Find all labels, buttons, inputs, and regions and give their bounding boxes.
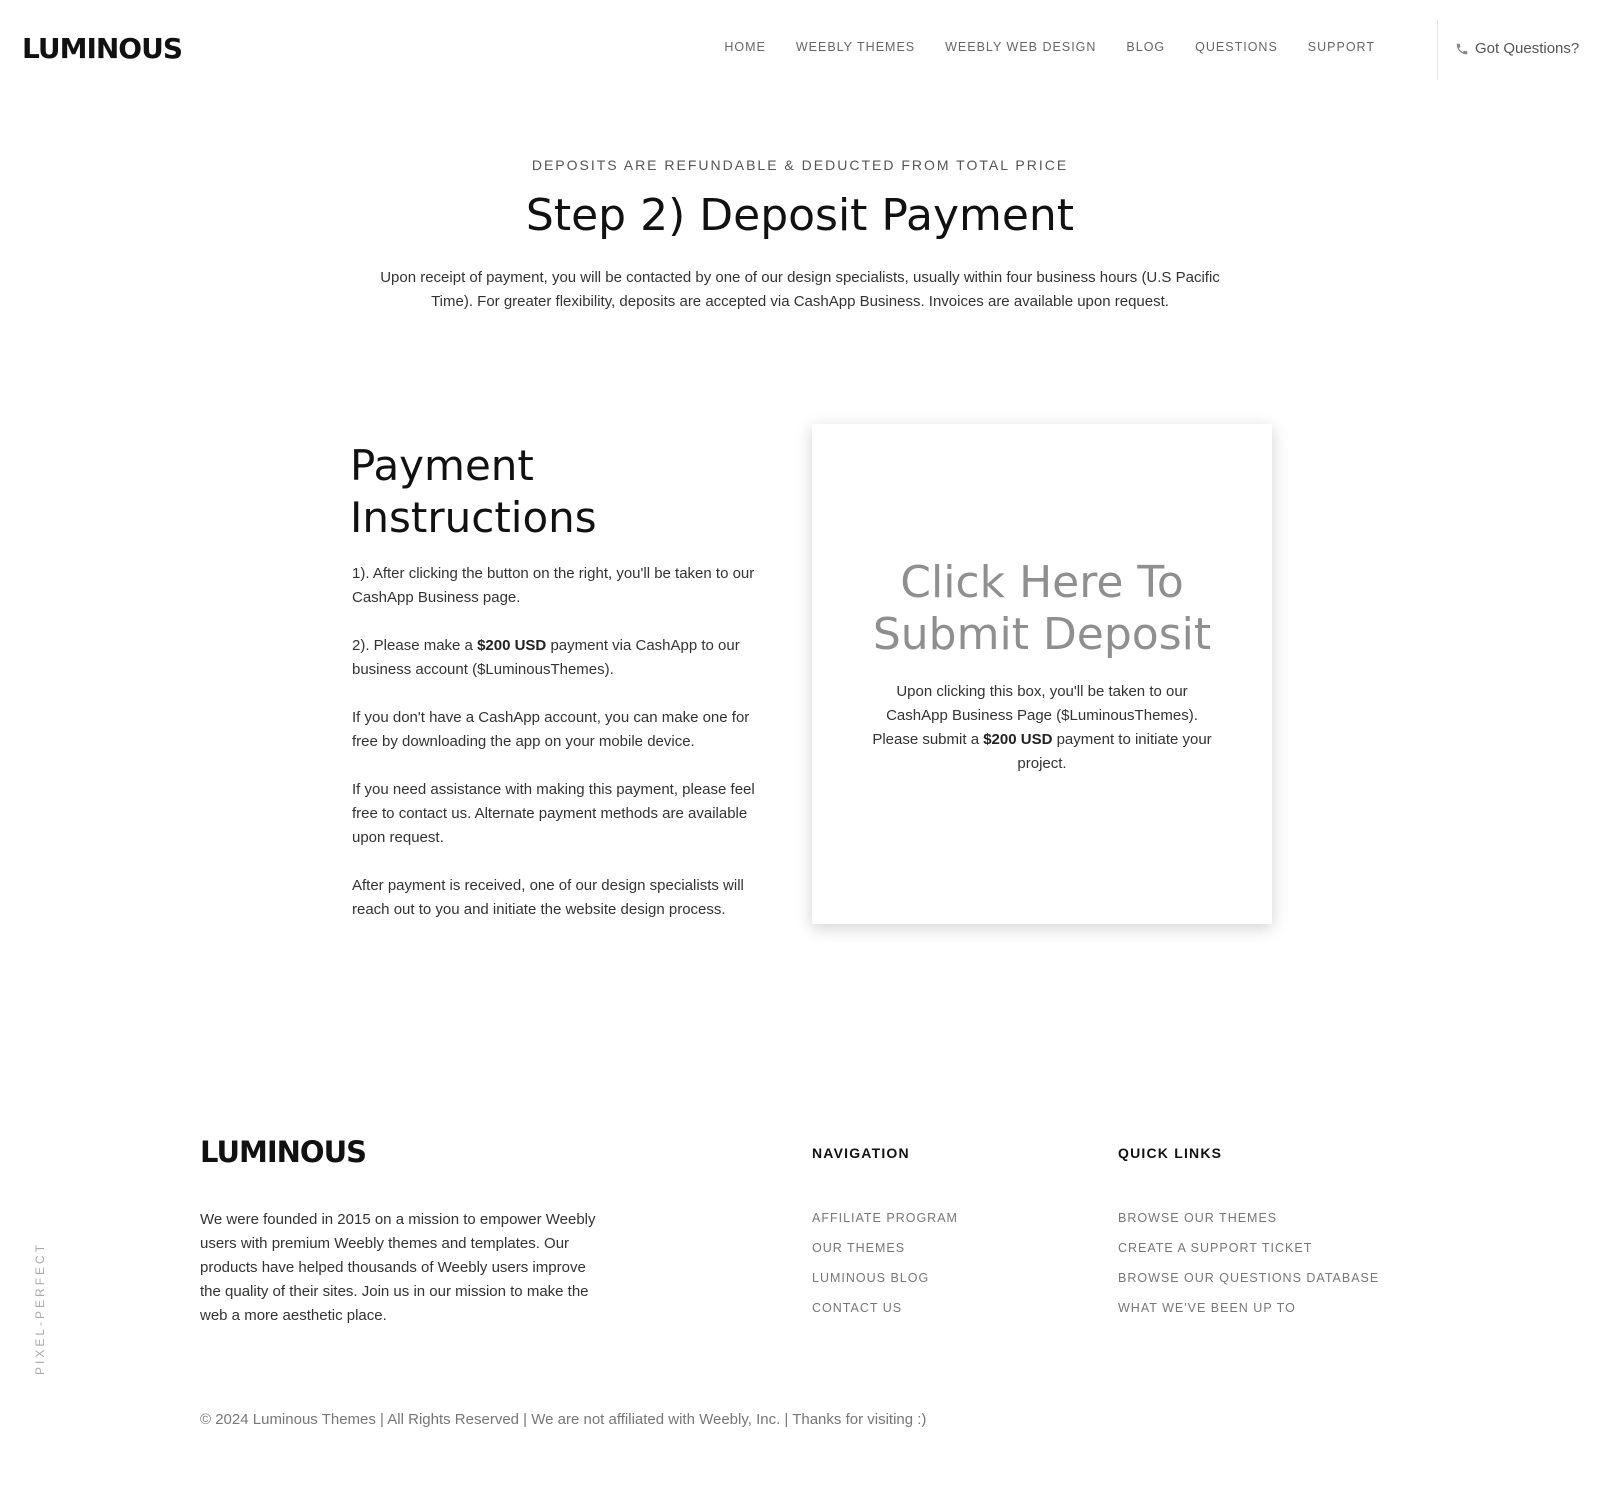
submit-deposit-text: Upon clicking this box, you'll be taken … (872, 683, 1212, 772)
instruction-no-account: If you don't have a CashApp account, you… (352, 709, 750, 750)
deposit-eyebrow: DEPOSITS ARE REFUNDABLE & DEDUCTED FROM … (531, 157, 1069, 173)
footer-quick-links: BROWSE OUR THEMES CREATE A SUPPORT TICKE… (1118, 1209, 1379, 1317)
got-questions-link[interactable]: Got Questions? (1455, 40, 1579, 57)
footer-link-affiliate-program[interactable]: AFFILIATE PROGRAM (812, 1209, 958, 1227)
submit-deposit-title: Click Here To Submit Deposit (872, 557, 1212, 660)
card-deposit-amount: $200 USD (983, 731, 1053, 748)
nav-questions[interactable]: QUESTIONS (1195, 40, 1278, 54)
nav-blog[interactable]: BLOG (1126, 40, 1165, 54)
submit-deposit-card[interactable]: Click Here To Submit Deposit Upon clicki… (812, 424, 1272, 924)
footer-logo[interactable]: LUMINOUS (200, 1135, 367, 1169)
footer-link-browse-themes[interactable]: BROWSE OUR THEMES (1118, 1209, 1379, 1227)
footer-logo-wrap: LUMINOUS (200, 1135, 367, 1169)
page-title: Step 2) Deposit Payment (525, 190, 1075, 241)
header-divider (1437, 20, 1438, 80)
footer-about: We were founded in 2015 on a mission to … (200, 1211, 596, 1324)
footer-link-questions-database[interactable]: BROWSE OUR QUESTIONS DATABASE (1118, 1269, 1379, 1287)
instruction-step-1: 1). After clicking the button on the rig… (352, 565, 755, 606)
footer-link-contact-us[interactable]: CONTACT US (812, 1299, 958, 1317)
footer-link-been-up-to[interactable]: WHAT WE'VE BEEN UP TO (1118, 1299, 1379, 1317)
footer-link-support-ticket[interactable]: CREATE A SUPPORT TICKET (1118, 1239, 1379, 1257)
nav-support[interactable]: SUPPORT (1308, 40, 1375, 54)
footer-quick-heading: QUICK LINKS (1118, 1145, 1223, 1161)
instruction-after-payment: After payment is received, one of our de… (352, 877, 744, 918)
site-header: LUMINOUS HOME WEEBLY THEMES WEEBLY WEB D… (0, 0, 1600, 100)
site-logo[interactable]: LUMINOUS (22, 32, 183, 65)
instructions-list: 1). After clicking the button on the rig… (352, 562, 772, 946)
main-nav: HOME WEEBLY THEMES WEEBLY WEB DESIGN BLO… (694, 40, 1375, 54)
got-questions-label: Got Questions? (1475, 40, 1580, 57)
nav-home[interactable]: HOME (724, 40, 766, 54)
footer-link-luminous-blog[interactable]: LUMINOUS BLOG (812, 1269, 958, 1287)
phone-icon (1456, 43, 1468, 54)
hero-description: Upon receipt of payment, you will be con… (380, 269, 1220, 310)
copyright: © 2024 Luminous Themes | All Rights Rese… (200, 1411, 927, 1428)
footer-nav-heading: NAVIGATION (812, 1145, 910, 1161)
instructions-title-line2: Instructions (350, 493, 597, 542)
instruction-step-2: 2). Please make a $200 USD payment via C… (352, 637, 740, 678)
nav-weebly-web-design[interactable]: WEEBLY WEB DESIGN (945, 40, 1096, 54)
deposit-amount: $200 USD (477, 637, 547, 654)
instructions-title-line1: Payment (350, 441, 534, 490)
pixel-perfect-side-text: PIXEL-PERFECT (33, 1241, 47, 1375)
footer-nav-links: AFFILIATE PROGRAM OUR THEMES LUMINOUS BL… (812, 1209, 958, 1317)
instructions-title: Payment Instructions (350, 440, 770, 544)
instruction-assistance: If you need assistance with making this … (352, 781, 755, 846)
footer-link-our-themes[interactable]: OUR THEMES (812, 1239, 958, 1257)
nav-weebly-themes[interactable]: WEEBLY THEMES (796, 40, 915, 54)
